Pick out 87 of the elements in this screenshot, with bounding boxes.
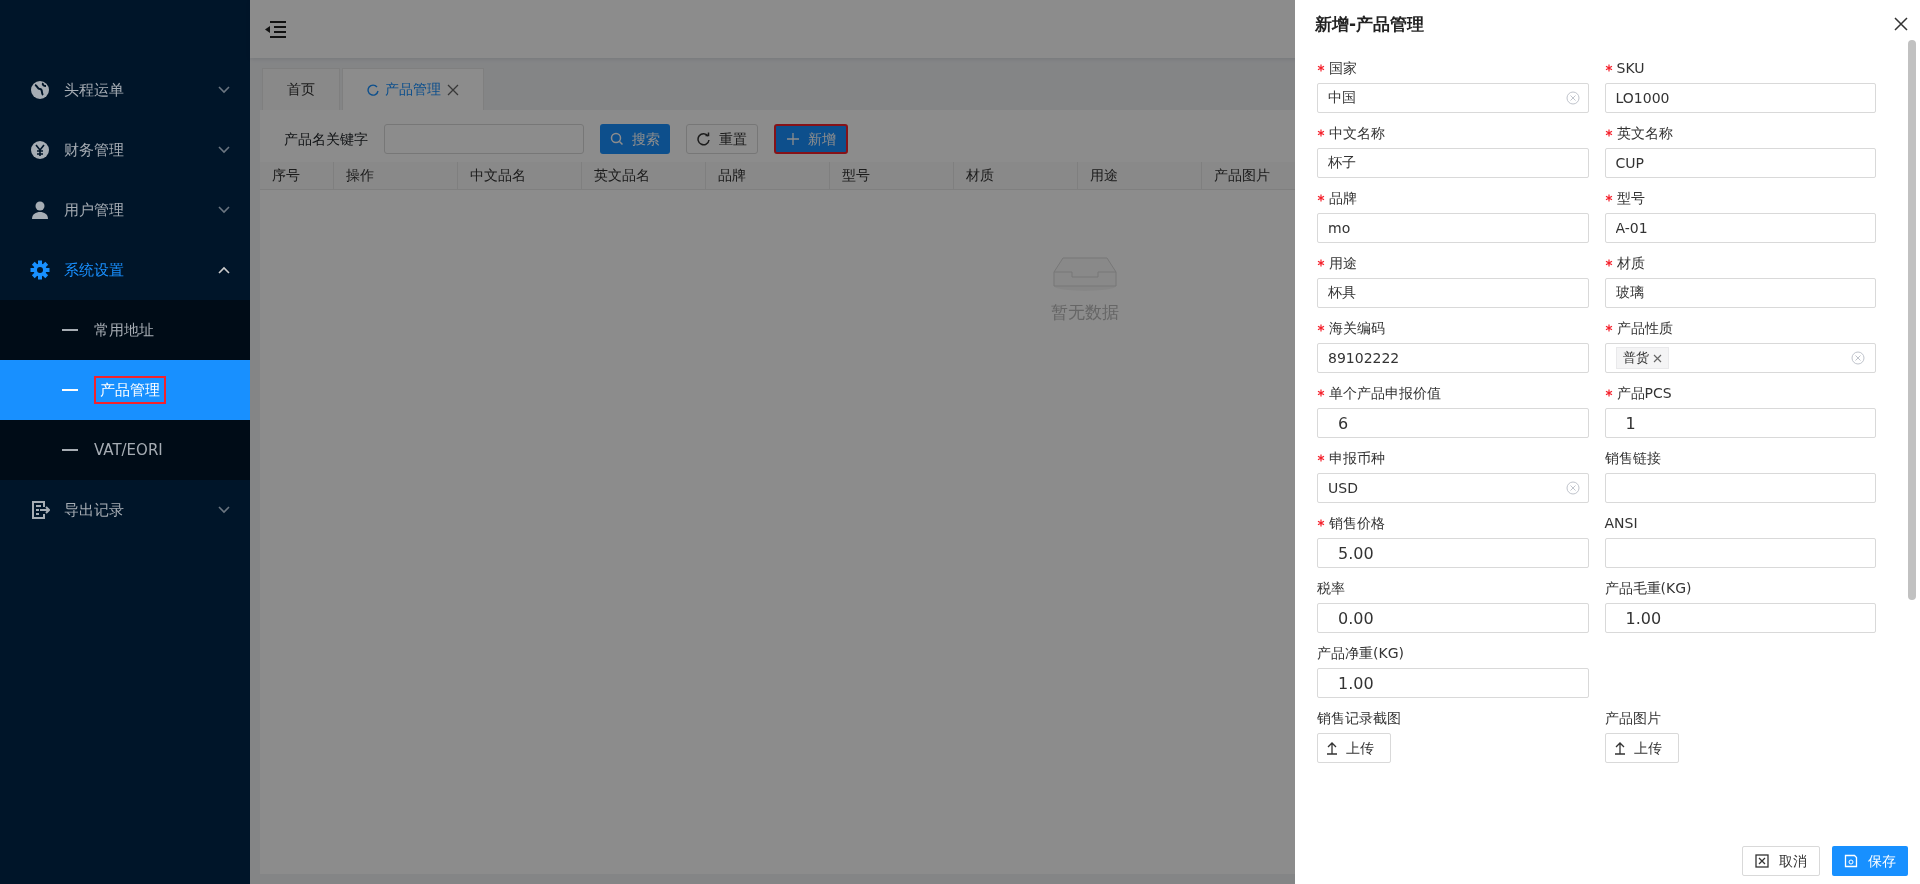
- field-label: 型号: [1616, 188, 1645, 208]
- globe-icon: [30, 80, 50, 100]
- sidebar-item[interactable]: 导出记录: [0, 480, 250, 540]
- input-field[interactable]: CUP: [1604, 148, 1876, 178]
- select-field[interactable]: USD: [1317, 473, 1589, 503]
- user-icon: [30, 200, 50, 220]
- field-label: 销售记录截图: [1317, 708, 1401, 728]
- input-field[interactable]: A-01: [1604, 213, 1876, 243]
- field-label: 产品PCS: [1616, 383, 1672, 403]
- field-label: 申报币种: [1329, 448, 1385, 468]
- drawer-title: 新增-产品管理: [1315, 13, 1425, 35]
- submenu-item[interactable]: 常用地址: [0, 300, 250, 360]
- input-field[interactable]: [1604, 473, 1876, 503]
- upload-icon: [1326, 741, 1338, 755]
- input-field[interactable]: 玻璃: [1604, 278, 1876, 308]
- column-header: 操作: [334, 162, 458, 189]
- filter-label: 产品名关键字: [284, 129, 368, 149]
- column-header: 品牌: [706, 162, 830, 189]
- refresh-icon: [367, 83, 379, 96]
- clear-icon[interactable]: [1565, 91, 1580, 105]
- field-label: 销售价格: [1329, 513, 1385, 533]
- field-label: 英文名称: [1616, 123, 1673, 143]
- field-label: 产品毛重(KG): [1604, 578, 1692, 598]
- close-icon[interactable]: [1894, 17, 1908, 31]
- reset-button[interactable]: 重置: [686, 124, 758, 154]
- input-field[interactable]: mo: [1317, 213, 1589, 243]
- search-icon: [610, 132, 624, 146]
- field-label: 海关编码: [1329, 318, 1385, 338]
- chevron-up-icon: [218, 266, 230, 274]
- upload-button[interactable]: 上传: [1604, 733, 1679, 763]
- field-label: 国家: [1329, 58, 1357, 78]
- chevron-down-icon: [218, 506, 230, 514]
- input-field[interactable]: 杯子: [1317, 148, 1589, 178]
- input-field[interactable]: 杯具: [1317, 278, 1589, 308]
- clear-icon[interactable]: [1851, 351, 1865, 365]
- field-label: 材质: [1616, 253, 1645, 273]
- field-label: 中文名称: [1329, 123, 1385, 143]
- select-field[interactable]: 中国: [1317, 83, 1589, 113]
- number-field[interactable]: 0.00: [1317, 603, 1589, 633]
- tag: 普货: [1615, 347, 1669, 369]
- number-field[interactable]: 5.00: [1317, 538, 1589, 568]
- column-header: 序号: [260, 162, 334, 189]
- input-field[interactable]: [1604, 538, 1876, 568]
- field-label: ANSI: [1604, 513, 1638, 533]
- yen-icon: [30, 140, 50, 160]
- field-label: 产品图片: [1604, 708, 1661, 728]
- column-header: 材质: [954, 162, 1078, 189]
- sidebar-item[interactable]: 系统设置: [0, 240, 250, 300]
- upload-icon: [1613, 741, 1626, 755]
- number-field[interactable]: 6: [1317, 408, 1589, 438]
- sidebar-item[interactable]: 财务管理: [0, 120, 250, 180]
- number-field[interactable]: 1: [1604, 408, 1876, 438]
- column-header: 中文品名: [458, 162, 582, 189]
- chevron-down-icon: [218, 206, 230, 214]
- number-field[interactable]: 1.00: [1317, 668, 1589, 698]
- refresh-icon: [697, 132, 711, 146]
- field-label: 产品净重(KG): [1317, 643, 1404, 663]
- column-header: 型号: [830, 162, 954, 189]
- menu-fold-icon[interactable]: [264, 20, 286, 38]
- field-label: 品牌: [1329, 188, 1357, 208]
- gear-icon: [30, 260, 50, 280]
- column-header: 用途: [1078, 162, 1202, 189]
- upload-button[interactable]: 上传: [1317, 733, 1391, 763]
- chevron-down-icon: [218, 146, 230, 154]
- export-icon: [30, 500, 50, 520]
- sidebar-item[interactable]: 头程运单: [0, 60, 250, 120]
- field-label: 销售链接: [1604, 448, 1661, 468]
- close-square-icon: [1755, 854, 1769, 868]
- tab[interactable]: 首页: [262, 68, 340, 110]
- input-field[interactable]: LO1000: [1604, 83, 1876, 113]
- plus-icon: [786, 132, 800, 146]
- field-label: 税率: [1317, 578, 1345, 598]
- save-icon: [1844, 854, 1858, 868]
- column-header: 英文品名: [582, 162, 706, 189]
- input-field[interactable]: 89102222: [1317, 343, 1589, 373]
- field-label: SKU: [1616, 58, 1645, 78]
- scrollbar[interactable]: [1908, 40, 1916, 600]
- field-label: 单个产品申报价值: [1329, 383, 1441, 403]
- sidebar-item[interactable]: 用户管理: [0, 180, 250, 240]
- chevron-down-icon: [218, 86, 230, 94]
- cancel-button[interactable]: 取消: [1742, 846, 1820, 876]
- field-label: 用途: [1329, 253, 1357, 273]
- tag-select[interactable]: 普货: [1604, 343, 1876, 373]
- number-field[interactable]: 1.00: [1604, 603, 1876, 633]
- field-label: 产品性质: [1616, 318, 1673, 338]
- clear-icon[interactable]: [1565, 481, 1580, 495]
- submenu-item[interactable]: VAT/EORI: [0, 420, 250, 480]
